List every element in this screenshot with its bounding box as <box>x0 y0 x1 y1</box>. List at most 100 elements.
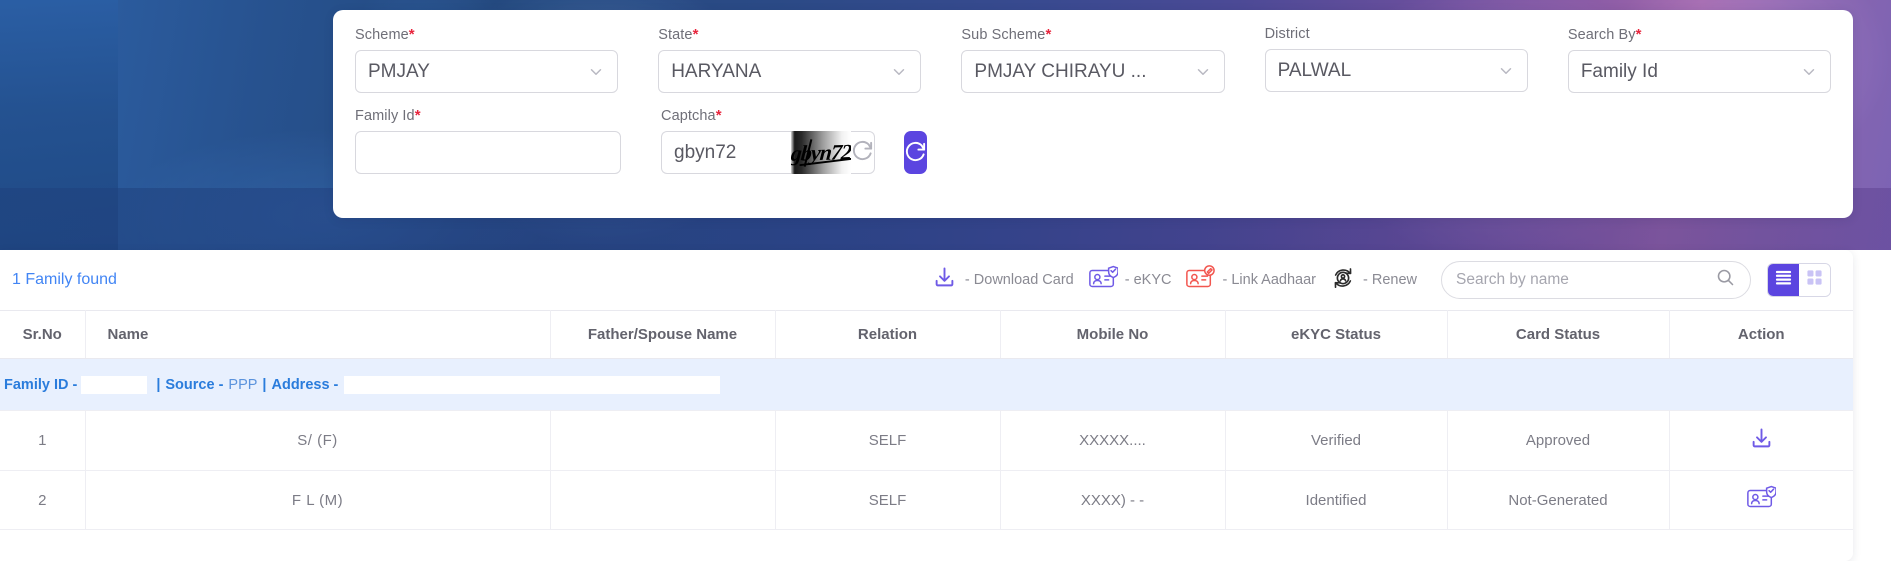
district-select[interactable]: PALWAL <box>1264 49 1528 92</box>
required-asterisk: * <box>414 107 421 124</box>
download-icon <box>931 264 958 296</box>
table-header-row: Sr.No Name Father/Spouse Name Relation M… <box>0 310 1853 359</box>
link-aadhaar-icon <box>1185 264 1216 296</box>
captcha-input[interactable]: gbyn72 <box>661 131 792 174</box>
list-view-icon <box>1775 269 1792 291</box>
cell-sr-no: 2 <box>0 470 86 530</box>
page-root: Scheme* PMJAY State* HARYANA Sub Scheme*… <box>0 0 1891 561</box>
column-header-ekyc-status: eKYC Status <box>1225 310 1448 359</box>
family-found-count: 1 Family found <box>12 271 117 288</box>
column-header-name: Name <box>85 310 551 359</box>
results-toolbar: 1 Family found - Download Card - eKYC - … <box>0 250 1853 310</box>
chevron-down-icon <box>1497 62 1515 80</box>
download-icon[interactable] <box>1748 425 1775 452</box>
state-value: HARYANA <box>671 60 762 82</box>
search-form-card: Scheme* PMJAY State* HARYANA Sub Scheme*… <box>333 10 1853 218</box>
scheme-value: PMJAY <box>368 60 430 82</box>
banner-separator-1: | <box>156 376 161 393</box>
family-banner-text: Family ID - | Source - PPP | Address - <box>4 375 1849 394</box>
family-id-label: Family ID - <box>4 376 78 393</box>
state-select[interactable]: HARYANA <box>658 50 922 93</box>
label-scheme: Scheme* <box>355 26 415 43</box>
cell-name: F L (M) <box>85 470 551 530</box>
cell-relation: SELF <box>775 410 1001 471</box>
column-header-father-spouse: Father/Spouse Name <box>550 310 776 359</box>
column-header-action: Action <box>1669 310 1853 359</box>
family-banner-row: Family ID - | Source - PPP | Address - <box>0 358 1853 411</box>
search-by-name-wrapper[interactable] <box>1441 261 1751 299</box>
cell-mobile: XXXXX.... <box>1000 410 1226 471</box>
legend-renew: - Renew <box>1330 265 1417 296</box>
legend-group: - Download Card - eKYC - Link Aadhaar - … <box>931 264 1431 296</box>
scheme-select[interactable]: PMJAY <box>355 50 619 93</box>
address-label: Address - <box>271 376 339 393</box>
field-district: District PALWAL <box>1264 26 1528 93</box>
required-asterisk: * <box>1045 26 1052 43</box>
field-sub-scheme: Sub Scheme* PMJAY CHIRAYU ... <box>961 26 1225 93</box>
family-id-input[interactable] <box>355 131 621 174</box>
legend-label-link-aadhaar: - Link Aadhaar <box>1222 272 1316 288</box>
required-asterisk: * <box>715 107 722 124</box>
captcha-group: gbyn72 gbyn72 <box>661 131 927 174</box>
captcha-value: gbyn72 <box>674 141 737 163</box>
cell-name: S/ (F) <box>85 410 551 471</box>
cell-card-status: Approved <box>1447 410 1670 471</box>
ekyc-card-icon <box>1088 265 1119 296</box>
renew-icon <box>1330 265 1356 296</box>
label-captcha: Captcha* <box>661 107 722 124</box>
source-value: PPP <box>228 376 258 393</box>
family-members-table: Sr.No Name Father/Spouse Name Relation M… <box>0 310 1853 530</box>
banner-separator-2: | <box>262 376 267 393</box>
search-icon <box>1715 267 1736 293</box>
field-captcha: Captcha* gbyn72 gbyn72 <box>661 107 927 174</box>
legend-download-card: - Download Card <box>931 264 1074 296</box>
cell-sr-no: 1 <box>0 410 86 471</box>
legend-label-renew: - Renew <box>1363 272 1417 288</box>
required-asterisk: * <box>408 26 415 43</box>
cell-action[interactable] <box>1669 470 1853 530</box>
label-state: State* <box>658 26 699 43</box>
source-label: Source - <box>165 376 224 393</box>
cell-ekyc-status: Verified <box>1225 410 1448 471</box>
label-district: District <box>1264 26 1310 42</box>
district-value: PALWAL <box>1277 59 1352 81</box>
ekyc-card-icon[interactable] <box>1746 485 1777 511</box>
field-state: State* HARYANA <box>658 26 922 93</box>
family-id-redacted <box>81 375 148 394</box>
list-view-button[interactable] <box>1768 264 1799 296</box>
required-asterisk: * <box>692 26 699 43</box>
label-sub-scheme: Sub Scheme* <box>961 26 1052 43</box>
cell-card-status: Not-Generated <box>1447 470 1670 530</box>
captcha-refresh-button[interactable] <box>851 131 875 174</box>
cell-father-spouse <box>550 410 776 471</box>
sub-scheme-select[interactable]: PMJAY CHIRAYU ... <box>961 50 1225 93</box>
column-header-sr-no: Sr.No <box>0 310 86 359</box>
search-by-select[interactable]: Family Id <box>1567 50 1832 93</box>
search-submit-button[interactable] <box>904 131 927 174</box>
search-by-value: Family Id <box>1580 60 1658 82</box>
label-family-id: Family Id* <box>355 107 421 124</box>
column-header-relation: Relation <box>775 310 1001 359</box>
chevron-down-icon <box>587 63 605 81</box>
form-row-primary: Scheme* PMJAY State* HARYANA Sub Scheme*… <box>355 26 1832 93</box>
field-search-by: Search By* Family Id <box>1567 26 1832 93</box>
cell-action[interactable] <box>1669 410 1853 471</box>
legend-link-aadhaar: - Link Aadhaar <box>1185 264 1316 296</box>
grid-view-icon <box>1806 269 1823 291</box>
view-toggle[interactable] <box>1767 263 1831 297</box>
family-banner-cell: Family ID - | Source - PPP | Address - <box>0 358 1853 411</box>
chevron-down-icon <box>1800 63 1818 81</box>
search-by-name-input[interactable] <box>1456 271 1715 289</box>
results-panel: 1 Family found - Download Card - eKYC - … <box>0 250 1853 561</box>
column-header-card-status: Card Status <box>1447 310 1670 359</box>
cell-ekyc-status: Identified <box>1225 470 1448 530</box>
required-asterisk: * <box>1635 26 1642 43</box>
table-row[interactable]: 2 F L (M) SELF XXXX) - - Identified Not-… <box>0 470 1853 530</box>
chevron-down-icon <box>890 63 908 81</box>
grid-view-button[interactable] <box>1799 264 1830 296</box>
sub-scheme-value: PMJAY CHIRAYU ... <box>974 60 1147 82</box>
column-header-mobile: Mobile No <box>1000 310 1226 359</box>
legend-ekyc: - eKYC <box>1088 265 1171 296</box>
table-row[interactable]: 1 S/ (F) SELF XXXXX.... Verified Approve… <box>0 410 1853 471</box>
chevron-down-icon <box>1194 63 1212 81</box>
